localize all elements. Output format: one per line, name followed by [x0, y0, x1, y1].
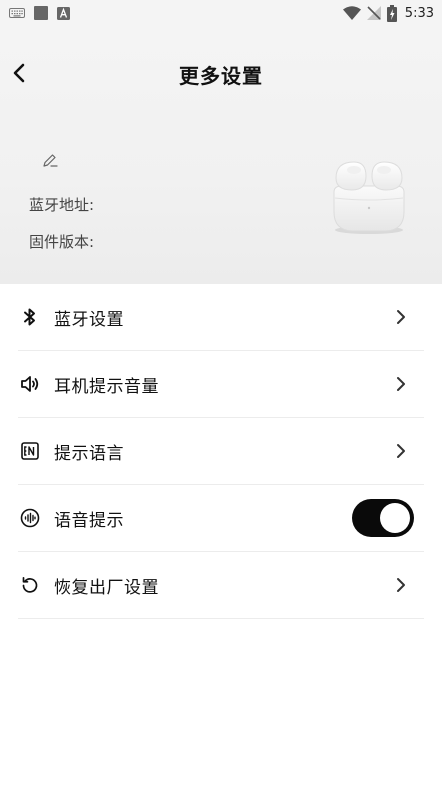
- settings-list: 蓝牙设置 耳机提示音量 提示语言 语音提示 恢复出厂设置: [0, 284, 442, 619]
- setting-language[interactable]: 提示语言: [18, 418, 424, 485]
- setting-label: 蓝牙设置: [54, 309, 124, 330]
- setting-volume[interactable]: 耳机提示音量: [18, 351, 424, 418]
- toggle-knob: [380, 503, 410, 533]
- chevron-right-icon: [394, 306, 408, 328]
- setting-label: 提示语言: [54, 443, 124, 464]
- setting-factory-reset[interactable]: 恢复出厂设置: [18, 552, 424, 619]
- battery-icon: [386, 4, 397, 22]
- wifi-icon: [342, 6, 361, 20]
- keyboard-icon: [9, 8, 25, 18]
- volume-icon: [19, 373, 41, 395]
- voice-icon: [19, 507, 41, 529]
- page-title: 更多设置: [179, 64, 263, 88]
- a-icon: [57, 6, 70, 20]
- voice-prompt-toggle[interactable]: [352, 499, 414, 537]
- earbuds-case-image: [333, 161, 405, 234]
- chevron-right-icon: [394, 373, 408, 395]
- firmware-version-label: 固件版本:: [29, 233, 95, 251]
- status-bar: 5:33: [0, 0, 442, 26]
- setting-label: 耳机提示音量: [54, 376, 159, 397]
- setting-label: 恢复出厂设置: [54, 577, 159, 598]
- status-time: 5:33: [404, 5, 434, 21]
- reset-icon: [19, 574, 41, 596]
- no-signal-icon: [366, 6, 381, 20]
- chevron-right-icon: [394, 574, 408, 596]
- edit-name-button[interactable]: [40, 151, 60, 171]
- pencil-icon: [43, 154, 58, 167]
- bluetooth-icon: [19, 306, 41, 328]
- setting-voice-prompt: 语音提示: [18, 485, 424, 552]
- bluetooth-address-label: 蓝牙地址:: [29, 196, 95, 214]
- setting-label: 语音提示: [54, 510, 124, 531]
- chevron-right-icon: [394, 440, 408, 462]
- setting-bluetooth[interactable]: 蓝牙设置: [18, 284, 424, 351]
- language-en-icon: [19, 440, 41, 462]
- square-icon: [34, 6, 48, 20]
